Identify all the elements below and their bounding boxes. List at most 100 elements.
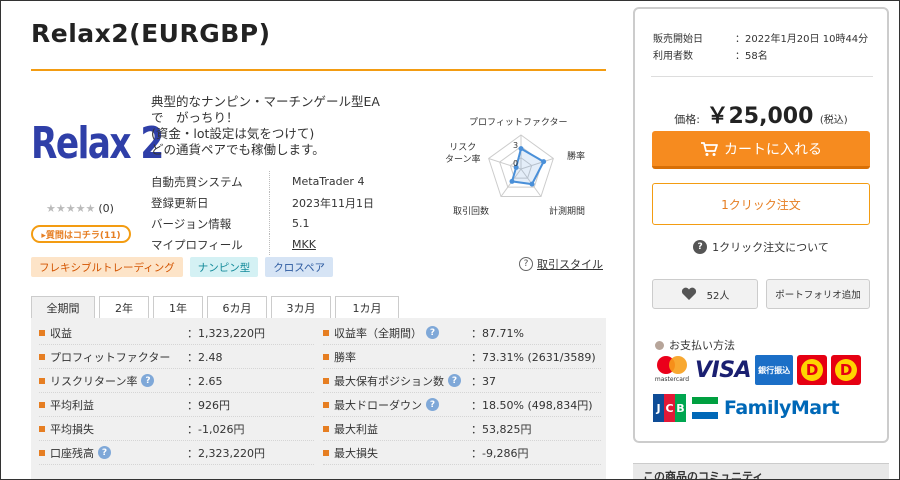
stat-value: ：-1,026円 (187, 422, 245, 436)
price-tax: (税込) (819, 115, 848, 126)
stat-row: 最大損失 ：-9,286円 (323, 441, 601, 465)
heart-icon (681, 287, 696, 300)
visa-logo: VISA (695, 357, 752, 383)
jcb-logo: J C B (653, 394, 686, 422)
rating-count: (0) (98, 202, 114, 215)
payment-methods-row: mastercard VISA 銀行振込 D D (653, 354, 862, 386)
tag-nanpin[interactable]: ナンピン型 (189, 257, 259, 277)
bullet-icon (655, 340, 664, 350)
stat-value: ：1,323,220円 (187, 326, 265, 340)
stat-row: 収益率（全期間）? ：87.71% (323, 321, 601, 345)
rating-stars: ★★★★★ (46, 202, 96, 215)
docomo-daily-logo-icon: D (831, 355, 862, 385)
stat-row: 最大利益 ：53,825円 (323, 417, 601, 441)
spec-label: マイプロフィール (151, 237, 243, 252)
rating: ★★★★★ (0) (46, 202, 114, 215)
stats-table: 収益 ：1,323,220円 プロフィットファクター ：2.48 リスクリターン… (31, 318, 606, 479)
stat-value: ：18.50% (498,834円) (471, 398, 593, 412)
stat-value: ：2.48 (187, 350, 223, 364)
page-title: Relax2(EURGBP) (31, 19, 271, 48)
tag-flexible[interactable]: フレキシブルトレーディング (31, 257, 183, 277)
stat-label: 最大ドローダウン? (334, 397, 439, 413)
radar-point-profit-factor (518, 146, 524, 152)
stat-value: ：87.71% (471, 326, 524, 340)
trade-style-link[interactable]: ? 取引スタイル (519, 256, 603, 272)
radar-chart: プロフィットファクター 勝率 計測期間 取引回数 リスク ターン率 3 0 (441, 111, 611, 221)
stat-label: 勝率 (334, 350, 356, 364)
question-button[interactable]: ▸質問はコチラ(11) (31, 225, 131, 243)
stat-row: 勝率 ：73.31% (2631/3589) (323, 345, 601, 369)
sale-info: 販売開始日 ：2022年1月20日 10時44分 利用者数 ：58名 (653, 29, 868, 63)
stats-right-col: 収益率（全期間）? ：87.71% 勝率 ：73.31% (2631/3589)… (323, 321, 601, 465)
cart-icon (701, 141, 718, 156)
docomo-logo-icon: D (797, 355, 828, 385)
stat-row: 収益 ：1,323,220円 (39, 321, 314, 345)
tab-6m[interactable]: 6カ月 (207, 296, 267, 318)
price: 価格: ￥25,000 (税込) (635, 98, 887, 130)
community-section-header: この商品のコミュニティ (633, 463, 889, 479)
stat-label: 平均損失 (50, 422, 94, 436)
users-label: 利用者数 (653, 51, 693, 62)
spec-value: 5.1 (292, 217, 310, 230)
help-icon[interactable]: ? (141, 374, 155, 387)
add-portfolio-button[interactable]: ポートフォリオ追加 (766, 279, 870, 309)
tab-2y[interactable]: 2年 (99, 296, 149, 318)
stat-value: ：2,323,220円 (187, 446, 265, 460)
tag-cross-pair[interactable]: クロスペア (265, 257, 334, 277)
price-label: 価格: (674, 113, 700, 126)
stat-row: 最大ドローダウン? ：18.50% (498,834円) (323, 393, 601, 417)
radar-label-trades: 取引回数 (453, 207, 490, 217)
radar-point-win-rate (541, 159, 547, 165)
radar-label-win-rate: 勝率 (567, 152, 586, 162)
stat-label: 口座残高? (50, 445, 111, 461)
stats-left-col: 収益 ：1,323,220円 プロフィットファクター ：2.48 リスクリターン… (39, 321, 314, 465)
help-icon[interactable]: ? (98, 446, 111, 459)
radar-point-trades (509, 178, 515, 184)
product-description: 典型的なナンピン・マーチンゲール型EA で がっちり！ (資金・lot設定は気を… (151, 94, 421, 158)
add-to-cart-label: カートに入れる (724, 141, 822, 158)
sale-start-label: 販売開始日 (653, 34, 703, 45)
stat-value: ：53,825円 (471, 422, 532, 436)
radar-label-period: 計測期間 (549, 207, 586, 217)
tab-3m[interactable]: 3カ月 (271, 296, 331, 318)
spec-row-updated: 登録更新日 2023年11月1日 (151, 192, 421, 213)
stat-value: ：-9,286円 (471, 446, 529, 460)
tab-1m[interactable]: 1カ月 (335, 296, 399, 318)
profile-link[interactable]: MKK (292, 238, 316, 251)
radar-label-profit-factor: プロフィットファクター (469, 118, 568, 128)
description-line: 典型的なナンピン・マーチンゲール型EA (151, 94, 380, 109)
stat-label: 収益 (50, 326, 72, 340)
mastercard-logo: mastercard (653, 354, 691, 386)
one-click-about-link[interactable]: ? 1クリック注文について (635, 239, 887, 255)
spec-value: MetaTrader 4 (292, 175, 365, 188)
stat-value: ：73.31% (2631/3589) (471, 350, 596, 364)
stat-label: 収益率（全期間）? (334, 325, 439, 341)
add-to-cart-button[interactable]: カートに入れる (652, 131, 870, 169)
stat-label: 平均利益 (50, 398, 94, 412)
stat-row: 平均損失 ：-1,026円 (39, 417, 314, 441)
one-click-order-button[interactable]: 1クリック注文 (652, 183, 870, 225)
help-icon[interactable]: ? (448, 374, 461, 387)
spec-row-profile: マイプロフィール MKK (151, 234, 421, 255)
description-line: (資金・lot設定は気をつけて) (151, 126, 315, 141)
spec-label: バージョン情報 (151, 216, 232, 231)
help-icon[interactable]: ? (426, 326, 439, 339)
bank-transfer-logo: 銀行振込 (755, 355, 794, 385)
sale-start-value: ：2022年1月20日 10時44分 (735, 34, 869, 45)
stat-row: 口座残高? ：2,323,220円 (39, 441, 314, 465)
stat-row: 平均利益 ：926円 (39, 393, 314, 417)
help-icon[interactable]: ? (426, 398, 439, 411)
period-tabs: 全期間 2年 1年 6カ月 3カ月 1カ月 (31, 296, 403, 318)
favorite-button[interactable]: 52人 (652, 279, 758, 309)
description-line: で がっちり！ (151, 110, 239, 125)
radar-scale-max: 3 (513, 141, 519, 150)
tab-all[interactable]: 全期間 (31, 296, 95, 318)
purchase-panel: 販売開始日 ：2022年1月20日 10時44分 利用者数 ：58名 価格: ￥… (633, 7, 889, 443)
spec-value: 2023年11月1日 (292, 196, 374, 210)
stat-label: 最大利益 (334, 422, 378, 436)
tab-1y[interactable]: 1年 (153, 296, 203, 318)
familymart-logo: FamilyMart (724, 397, 840, 419)
stat-label: 最大損失 (334, 446, 378, 460)
stat-row: 最大保有ポジション数? ：37 (323, 369, 601, 393)
question-icon: ? (693, 240, 708, 254)
